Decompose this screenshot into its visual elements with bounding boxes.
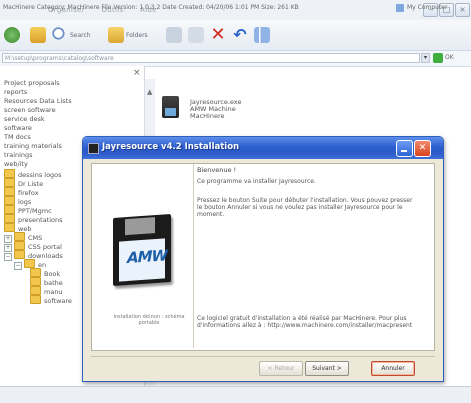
tree-item[interactable]: TM docs bbox=[4, 133, 31, 141]
computer-icon bbox=[396, 4, 404, 12]
folder-icon bbox=[4, 178, 15, 187]
back-button[interactable] bbox=[4, 25, 20, 45]
undo-button[interactable]: ↶ bbox=[232, 25, 248, 45]
collapse-icon[interactable]: − bbox=[14, 262, 22, 270]
tree-item[interactable]: reports bbox=[4, 88, 27, 96]
folder-icon bbox=[4, 223, 15, 232]
dialog-side-panel: AMW installation de\nun : schéma portabl… bbox=[92, 164, 194, 348]
folders-icon bbox=[108, 27, 124, 43]
credits-text: Ce logiciel gratuit d'installation a été… bbox=[197, 315, 413, 329]
folder-icon bbox=[4, 169, 15, 178]
views-button[interactable] bbox=[254, 25, 270, 45]
collapse-icon[interactable]: − bbox=[4, 253, 12, 261]
back-button[interactable]: < Retour bbox=[259, 361, 303, 376]
tree-item[interactable]: service desk bbox=[4, 115, 45, 123]
tree-item[interactable]: software bbox=[4, 124, 32, 132]
folder-icon bbox=[14, 250, 25, 259]
move-icon bbox=[188, 27, 204, 43]
copy-to-button[interactable] bbox=[166, 25, 182, 45]
search-button[interactable]: Search bbox=[52, 25, 91, 45]
tree-item[interactable]: trainings bbox=[4, 151, 33, 159]
folder-icon bbox=[4, 214, 15, 223]
delete-button[interactable]: ✕ bbox=[210, 25, 226, 45]
floppy-disk-icon: AMW bbox=[113, 213, 171, 287]
side-panel-caption: installation de\nun : schéma portable bbox=[113, 314, 185, 326]
file-company: MacHinere bbox=[190, 112, 225, 120]
folder-icon bbox=[14, 241, 25, 250]
go-arrow-icon[interactable] bbox=[433, 53, 443, 63]
file-details[interactable]: Jayresource.exe AMW Machine MacHinere bbox=[190, 99, 241, 120]
app-icon bbox=[88, 143, 99, 154]
folder-icon bbox=[14, 232, 25, 241]
up-folder-button[interactable] bbox=[30, 25, 46, 45]
status-bar bbox=[0, 386, 471, 403]
tree-item[interactable]: Resources Data Lists bbox=[4, 97, 72, 105]
go-label[interactable]: OK bbox=[445, 54, 454, 61]
back-arrow-icon bbox=[4, 27, 20, 43]
tree-label: software bbox=[44, 297, 72, 305]
tree-item[interactable]: screen software bbox=[4, 106, 56, 114]
folder-icon bbox=[30, 286, 41, 295]
delete-x-icon: ✕ bbox=[210, 24, 226, 45]
instructions-text: Pressez le bouton Suite pour débuter l'i… bbox=[197, 197, 413, 218]
floppy-shutter bbox=[125, 217, 155, 236]
address-input[interactable]: M:\setup\programs\catalog\software bbox=[2, 53, 420, 63]
intro-text: Ce programme va installer Jayresource. bbox=[197, 178, 316, 185]
installer-file-icon[interactable] bbox=[162, 96, 179, 118]
folders-button[interactable]: Folders bbox=[108, 25, 148, 45]
tree-item[interactable]: Project proposals bbox=[4, 79, 60, 87]
dialog-close-button[interactable]: ✕ bbox=[414, 140, 431, 157]
folder-icon bbox=[24, 259, 35, 268]
folder-icon bbox=[4, 205, 15, 214]
folder-icon bbox=[4, 196, 15, 205]
search-label: Search bbox=[70, 31, 91, 39]
address-dropdown-icon[interactable]: ▾ bbox=[421, 53, 430, 63]
folder-icon bbox=[30, 295, 41, 304]
tree-item[interactable]: training materials bbox=[4, 142, 62, 150]
search-icon bbox=[52, 27, 68, 43]
floppy-label: AMW bbox=[119, 238, 168, 282]
copy-icon bbox=[166, 27, 182, 43]
folder-icon bbox=[30, 268, 41, 277]
welcome-heading: Bienvenue ! bbox=[197, 166, 237, 174]
tree-folder-item[interactable]: software bbox=[30, 295, 72, 305]
cancel-button[interactable]: Annuler bbox=[371, 361, 415, 376]
scroll-up-icon[interactable]: ▲ bbox=[147, 88, 152, 96]
explorer-close-button[interactable]: × bbox=[455, 3, 470, 17]
dialog-title: Jayresource v4.2 Installation bbox=[102, 142, 240, 152]
folder-icon bbox=[4, 187, 15, 196]
undo-icon: ↶ bbox=[233, 25, 247, 44]
next-button[interactable]: Suivant > bbox=[305, 361, 349, 376]
views-icon bbox=[254, 27, 270, 43]
button-separator bbox=[91, 356, 435, 357]
move-to-button[interactable] bbox=[188, 25, 204, 45]
tree-item[interactable]: web/ity bbox=[4, 160, 28, 168]
up-folder-icon bbox=[30, 27, 46, 43]
installer-dialog: Jayresource v4.2 Installation ✕ AMW inst… bbox=[82, 136, 444, 382]
floppy-logo: AMW bbox=[127, 246, 168, 268]
dialog-minimize-button[interactable] bbox=[396, 140, 413, 157]
close-pane-icon[interactable]: × bbox=[133, 68, 141, 78]
folder-icon bbox=[30, 277, 41, 286]
address-row: M:\setup\programs\catalog\software ▾ OK bbox=[0, 51, 471, 66]
folders-label: Folders bbox=[126, 31, 148, 39]
status-text: MacHinere Category: MacHinere File Versi… bbox=[3, 4, 299, 11]
status-zone: My Computer bbox=[407, 4, 448, 11]
